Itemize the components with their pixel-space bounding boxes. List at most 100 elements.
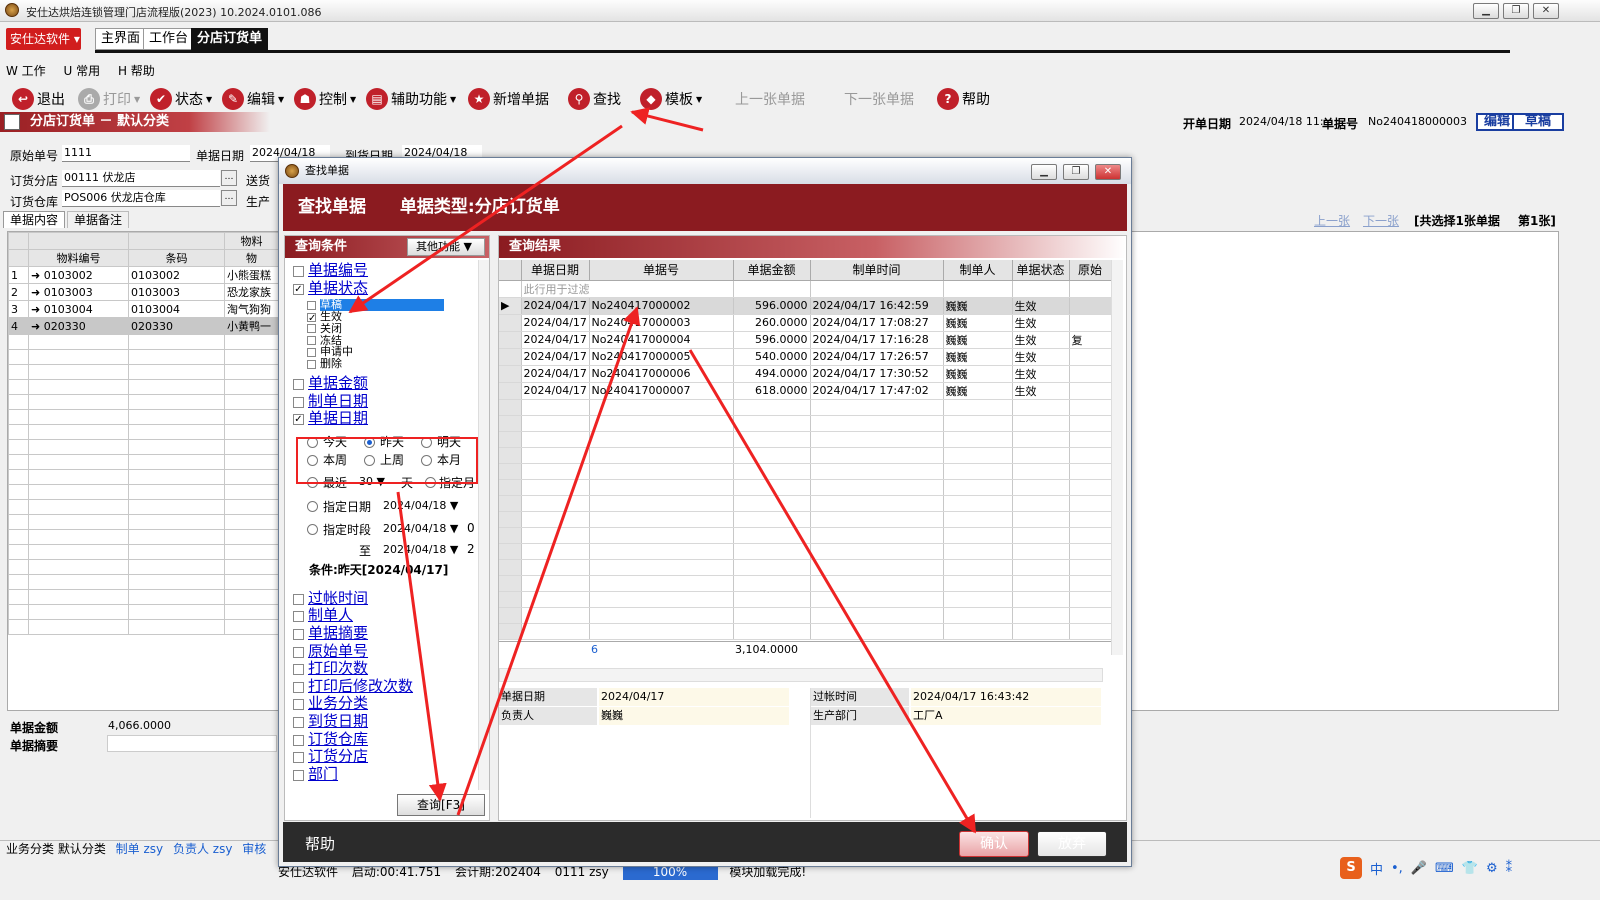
radio-icon[interactable] xyxy=(364,454,375,466)
checkbox[interactable] xyxy=(293,752,304,764)
radio-icon[interactable] xyxy=(307,436,318,448)
tab-main[interactable]: 主界面 xyxy=(95,28,147,50)
spec-range-radio[interactable] xyxy=(307,523,318,535)
filter-row[interactable]: 此行用于过滤 xyxy=(499,280,1111,298)
next-page-link[interactable]: 下一张 xyxy=(1363,212,1399,229)
next-doc-button[interactable]: 下一张单据 xyxy=(844,85,914,113)
checkbox[interactable] xyxy=(293,396,304,408)
dialog-minimize-icon[interactable]: ▁ xyxy=(1031,164,1057,180)
condition-bottom-4[interactable]: 打印次数 xyxy=(293,660,368,677)
find-button[interactable]: ⚲ 查找 xyxy=(568,85,621,113)
ime-lang-icon[interactable]: 中 xyxy=(1370,859,1383,878)
checkbox[interactable] xyxy=(293,379,304,390)
checkbox[interactable] xyxy=(307,347,316,357)
date-option-radio[interactable]: 上周 xyxy=(364,452,404,469)
condition-label[interactable]: 单据编号 xyxy=(308,261,368,279)
condition-bottom-10[interactable]: 部门 xyxy=(293,765,338,783)
table-row[interactable]: 4 ➜ 020330 020330 小黄鸭一 xyxy=(8,317,279,335)
menu-common[interactable]: U 常用 xyxy=(64,64,101,78)
mic-icon[interactable]: 🎤 xyxy=(1411,861,1427,876)
checkbox[interactable] xyxy=(293,611,304,623)
result-row[interactable]: 2024/04/17 No240417000004 596.0000 2024/04/… xyxy=(499,331,1111,349)
results-vscrollbar[interactable] xyxy=(1111,260,1123,655)
checkbox[interactable] xyxy=(293,283,304,295)
condition-label[interactable]: 单据金额 xyxy=(308,374,368,392)
radio-icon[interactable] xyxy=(421,454,432,466)
cancel-button[interactable]: 放弃 xyxy=(1037,831,1107,857)
checkbox[interactable] xyxy=(307,336,316,346)
spec-date-radio[interactable] xyxy=(307,500,318,512)
ime-punct-icon[interactable]: •, xyxy=(1391,861,1403,876)
col-barcode[interactable]: 条码 xyxy=(128,249,225,267)
branch-picker-button[interactable]: … xyxy=(221,170,237,186)
condition-label[interactable]: 部门 xyxy=(308,765,338,783)
ime-logo-icon[interactable]: S xyxy=(1340,857,1362,879)
print-button[interactable]: ⎙ 打印 ▼ xyxy=(78,85,140,113)
table-row[interactable]: 3 ➜ 0103004 0103004 淘气狗狗 xyxy=(8,300,279,318)
condition-bottom-1[interactable]: 制单人 xyxy=(293,607,353,624)
checkbox[interactable] xyxy=(293,414,304,426)
condition-label[interactable]: 单据状态 xyxy=(308,279,368,297)
recent-radio[interactable] xyxy=(307,476,318,488)
memo-field[interactable] xyxy=(107,735,277,752)
condition-bottom-6[interactable]: 业务分类 xyxy=(293,695,368,712)
brand-menu-button[interactable]: 安仕达软件 ▾ xyxy=(6,28,81,50)
query-button[interactable]: 查询[F3] xyxy=(397,794,485,816)
result-col-header[interactable]: 制单人 xyxy=(943,260,1013,281)
result-row[interactable]: 2024/04/17 No240417000006 494.0000 2024/04/… xyxy=(499,365,1111,383)
condition-label[interactable]: 原始单号 xyxy=(308,642,368,660)
filter-hint[interactable]: 此行用于过滤 xyxy=(521,280,734,298)
date-option-radio[interactable]: 昨天 xyxy=(364,434,404,451)
draft-status-button[interactable]: 草稿 xyxy=(1512,113,1564,131)
checkbox[interactable] xyxy=(293,593,304,605)
menu-help[interactable]: H 帮助 xyxy=(118,64,155,78)
condition-label[interactable]: 单据摘要 xyxy=(308,624,368,642)
checkbox[interactable] xyxy=(307,359,316,369)
dialog-close-icon[interactable]: ✕ xyxy=(1095,164,1121,180)
result-col-header[interactable]: 原始 xyxy=(1069,260,1111,281)
warehouse-picker-button[interactable]: … xyxy=(221,190,237,206)
confirm-button[interactable]: 确认 xyxy=(959,831,1029,857)
date-option-radio[interactable]: 明天 xyxy=(421,434,461,451)
conditions-scrollbar[interactable] xyxy=(478,260,489,790)
prev-doc-button[interactable]: 上一张单据 xyxy=(735,85,805,113)
condition-mid-1[interactable]: 制单日期 xyxy=(293,392,368,410)
checkbox[interactable] xyxy=(307,300,316,310)
condition-label[interactable]: 过帐时间 xyxy=(308,589,368,607)
orig-no-field[interactable]: 1111 xyxy=(62,145,190,162)
exit-button[interactable]: ↩ 退出 xyxy=(12,85,65,113)
result-col-header[interactable]: 单据日期 xyxy=(521,260,590,281)
condition-bottom-5[interactable]: 打印后修改次数 xyxy=(293,677,413,695)
template-button[interactable]: ◆ 模板 ▼ xyxy=(640,85,702,113)
condition-label[interactable]: 订货仓库 xyxy=(308,730,368,748)
condition-label[interactable]: 单据日期 xyxy=(308,409,368,427)
result-col-header[interactable]: 制单时间 xyxy=(810,260,944,281)
condition-top-0[interactable]: 单据编号 xyxy=(293,262,368,279)
help-button[interactable]: ? 帮助 xyxy=(937,85,990,113)
condition-bottom-2[interactable]: 单据摘要 xyxy=(293,625,368,642)
checkbox[interactable] xyxy=(293,664,304,676)
range-to-select[interactable]: 2024/04/18 ▼ xyxy=(381,542,458,558)
menu-work[interactable]: W 工作 xyxy=(6,64,46,78)
condition-label[interactable]: 订货分店 xyxy=(308,747,368,765)
checkbox[interactable] xyxy=(293,769,304,781)
result-row[interactable]: 2024/04/17 No240417000003 260.0000 2024/04/… xyxy=(499,314,1111,332)
checkbox[interactable] xyxy=(293,734,304,746)
table-row[interactable]: 1 ➜ 0103002 0103002 小熊蛋糕 xyxy=(8,266,279,284)
spec-month-radio[interactable] xyxy=(425,476,436,488)
condition-mid-2[interactable]: 单据日期 xyxy=(293,410,368,427)
condition-label[interactable]: 打印次数 xyxy=(308,659,368,677)
dialog-help-link[interactable]: 帮助 xyxy=(305,833,335,854)
tab-branch-order[interactable]: 分店订货单 xyxy=(191,28,269,50)
condition-mid-0[interactable]: 单据金额 xyxy=(293,375,368,392)
condition-label[interactable]: 到货日期 xyxy=(308,712,368,730)
checkbox[interactable] xyxy=(307,324,316,334)
minimize-icon[interactable]: ▁ xyxy=(1473,3,1499,19)
radio-icon[interactable] xyxy=(364,436,375,448)
tab-workbench[interactable]: 工作台 xyxy=(143,28,195,50)
condition-bottom-7[interactable]: 到货日期 xyxy=(293,713,368,730)
condition-label[interactable]: 制单人 xyxy=(308,606,353,624)
col-item-name[interactable]: 物 xyxy=(224,249,279,267)
condition-bottom-8[interactable]: 订货仓库 xyxy=(293,730,368,748)
state-option[interactable]: 删除 xyxy=(307,358,342,370)
